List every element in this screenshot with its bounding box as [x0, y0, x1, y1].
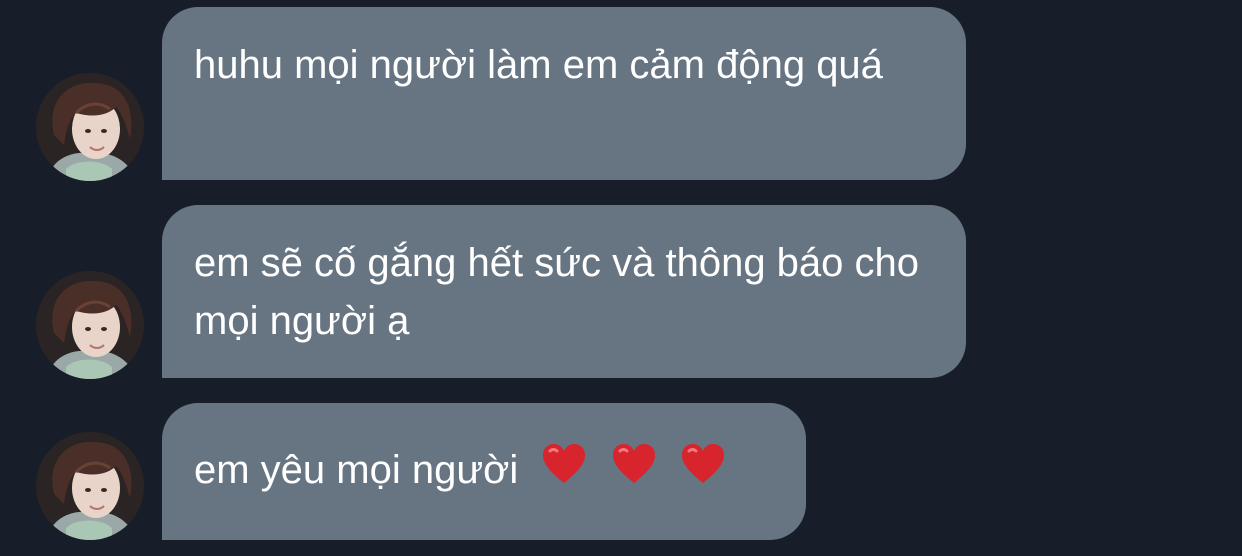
heart-emoji-icon [680, 443, 726, 501]
avatar-image [36, 432, 144, 540]
message-text: em yêu mọi người [194, 448, 519, 492]
sender-avatar[interactable] [36, 432, 144, 540]
message-bubble[interactable]: huhu mọi người làm em cảm động quá [162, 7, 966, 180]
message-text: huhu mọi người làm em cảm động quá [194, 43, 883, 87]
heart-emoji-icon [541, 443, 587, 501]
chat-thread: huhu mọi người làm em cảm động quá em sẽ… [0, 0, 1242, 556]
heart-emoji-icon [611, 443, 657, 501]
message-bubble[interactable]: em yêu mọi người [162, 403, 806, 540]
sender-avatar[interactable] [36, 73, 144, 181]
message-text: em sẽ cố gắng hết sức và thông báo cho m… [194, 241, 920, 343]
avatar-image [36, 73, 144, 181]
avatar-image [36, 271, 144, 379]
sender-avatar[interactable] [36, 271, 144, 379]
message-bubble[interactable]: em sẽ cố gắng hết sức và thông báo cho m… [162, 205, 966, 378]
